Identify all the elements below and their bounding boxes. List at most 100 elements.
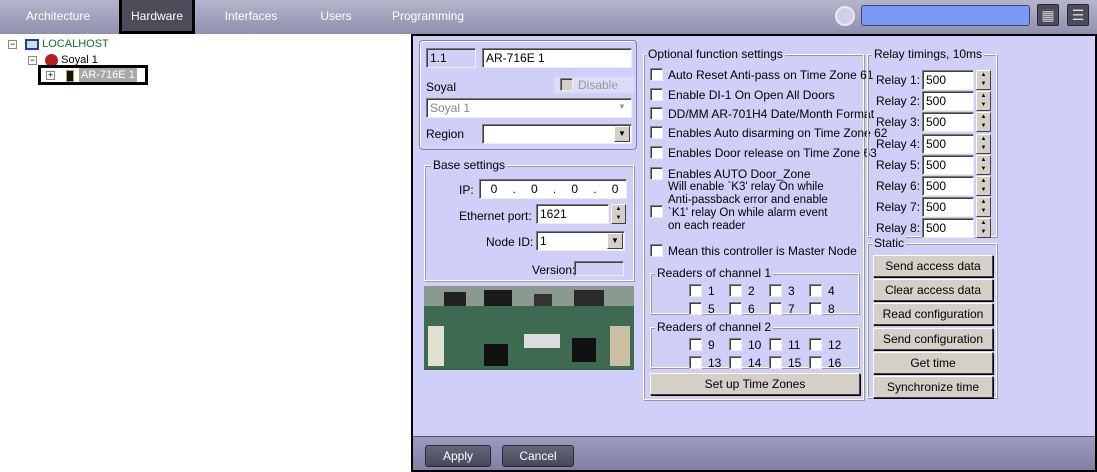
node-id-select[interactable]: 1 ▼	[536, 231, 625, 251]
relay-value-field[interactable]: 500	[922, 176, 974, 196]
tab-architecture[interactable]: Architecture	[18, 0, 98, 34]
readers-channel-2-group: Readers of channel 2 9 10 11 12 13 14 15 16	[650, 320, 859, 371]
reader-checkbox[interactable]: 1	[689, 283, 729, 299]
relay-timings-group: Relay timings, 10ms Relay 1: 500 ▲ ▼ Relay 2…	[867, 47, 997, 239]
port-spinner[interactable]: ▲ ▼	[611, 204, 626, 224]
apply-button[interactable]: Apply	[425, 445, 491, 467]
static-action-button[interactable]: Send configuration	[873, 327, 993, 350]
tab-programming[interactable]: Programming	[388, 0, 468, 34]
parent-device-select[interactable]: Soyal 1 ▼	[426, 98, 632, 118]
reader-checkbox[interactable]: 15	[769, 355, 809, 371]
chevron-down-icon[interactable]: ▼	[607, 233, 623, 249]
reader-checkbox[interactable]: 14	[729, 355, 769, 371]
checkbox[interactable]	[689, 284, 702, 297]
static-action-button[interactable]: Synchronize time	[873, 376, 993, 398]
checkbox[interactable]	[729, 284, 742, 297]
relay-label: Relay 6:	[876, 179, 921, 193]
reader-checkbox[interactable]: 10	[729, 337, 769, 353]
relay-value-field[interactable]: 500	[922, 154, 974, 175]
reader-label: 2	[748, 284, 755, 298]
relay-value-field[interactable]: 500	[922, 133, 974, 154]
ip-field[interactable]: 0. 0. 0. 0	[479, 179, 627, 199]
collapse-icon[interactable]: −	[28, 55, 37, 65]
device-name-field[interactable]: AR-716E 1	[482, 48, 632, 68]
relay-spinner[interactable]: ▲ ▼	[976, 133, 991, 154]
reader-checkbox[interactable]: 11	[769, 337, 809, 353]
tab-interfaces[interactable]: Interfaces	[218, 0, 284, 34]
relay-spinner[interactable]: ▲ ▼	[976, 91, 991, 112]
relay-spinner[interactable]: ▲ ▼	[976, 197, 991, 218]
tree-node-controller[interactable]: + AR-716E 1	[38, 65, 148, 85]
disable-check[interactable]	[560, 78, 573, 91]
relay-spinner[interactable]: ▲ ▼	[976, 112, 991, 133]
reader-label: 12	[828, 338, 842, 352]
reader-checkbox[interactable]: 7	[769, 301, 809, 317]
checkbox[interactable]	[689, 302, 702, 315]
reader-label: 9	[708, 338, 715, 352]
expand-icon[interactable]: +	[46, 71, 55, 80]
relay-label: Relay 4:	[876, 136, 921, 151]
checkbox[interactable]	[769, 356, 782, 369]
cancel-button[interactable]: Cancel	[502, 445, 574, 467]
checkbox[interactable]	[809, 356, 822, 369]
menu-icon[interactable]: ☰	[1067, 4, 1089, 26]
region-select[interactable]: ▼	[482, 124, 632, 144]
checkbox[interactable]	[729, 302, 742, 315]
tree-node-localhost[interactable]: − LOCALHOST	[8, 36, 109, 52]
settings-hex-icon[interactable]	[835, 6, 855, 26]
static-group: Static Send access data Clear access data…	[867, 236, 997, 398]
device-number-field[interactable]: 1.1	[426, 48, 476, 68]
tab-hardware[interactable]: Hardware	[119, 0, 195, 34]
checkbox[interactable]	[809, 284, 822, 297]
relay-value-field[interactable]: 500	[922, 91, 974, 112]
readers-channel-1-group: Readers of channel 1 1 2 3 4 5 6 7 8	[650, 266, 859, 317]
reader-label: 16	[828, 356, 842, 370]
group-title: Relay timings, 10ms	[872, 47, 985, 61]
reader-checkbox[interactable]: 13	[689, 355, 729, 371]
relay-value-field[interactable]: 500	[922, 218, 974, 239]
relay-spinner[interactable]: ▲ ▼	[976, 176, 991, 196]
search-input[interactable]	[861, 5, 1030, 26]
relay-spinner[interactable]: ▲ ▼	[976, 154, 991, 175]
checkbox[interactable]	[769, 284, 782, 297]
reader-checkbox[interactable]: 16	[809, 355, 849, 371]
reader-checkbox[interactable]: 3	[769, 283, 809, 299]
reader-checkbox[interactable]: 12	[809, 337, 849, 353]
checkbox[interactable]	[769, 302, 782, 315]
checkbox[interactable]	[689, 338, 702, 351]
relay-spinner[interactable]: ▲ ▼	[976, 70, 991, 90]
checkbox[interactable]	[809, 338, 822, 351]
reader-checkbox[interactable]: 8	[809, 301, 849, 317]
checkbox[interactable]	[809, 302, 822, 315]
reader-label: 1	[708, 284, 715, 298]
static-action-button[interactable]: Send access data	[873, 255, 993, 277]
static-action-button[interactable]: Read configuration	[873, 303, 993, 326]
reader-checkbox[interactable]: 6	[729, 301, 769, 317]
relay-value-field[interactable]: 500	[922, 197, 974, 218]
set-up-time-zones-button[interactable]: Set up Time Zones	[650, 373, 860, 395]
relay-value-field[interactable]: 500	[922, 112, 974, 133]
chevron-down-icon[interactable]: ▼	[614, 126, 630, 142]
option-label: Enables Auto disarming on Time Zone 62	[668, 126, 888, 140]
reader-checkbox[interactable]: 5	[689, 301, 729, 317]
option-label: Auto Reset Anti-pass on Time Zone 61	[668, 68, 874, 82]
reader-checkbox[interactable]: 4	[809, 283, 849, 299]
reader-checkbox[interactable]: 9	[689, 337, 729, 353]
checkbox[interactable]	[729, 356, 742, 369]
node-id-label: Node ID:	[486, 235, 534, 249]
checkbox[interactable]	[689, 356, 702, 369]
bottom-action-bar: Apply Cancel	[413, 436, 1095, 470]
relay-spinner[interactable]: ▲ ▼	[976, 218, 991, 239]
collapse-icon[interactable]: −	[8, 39, 17, 49]
relay-value-field[interactable]: 500	[922, 70, 974, 90]
layout-grid-icon[interactable]: ▦	[1037, 4, 1059, 26]
tab-users[interactable]: Users	[313, 0, 359, 34]
checkbox[interactable]	[769, 338, 782, 351]
reader-checkbox[interactable]: 2	[729, 283, 769, 299]
group-title: Readers of channel 2	[655, 320, 774, 334]
disable-checkbox[interactable]: Disable	[554, 77, 634, 93]
checkbox[interactable]	[729, 338, 742, 351]
port-field[interactable]: 1621	[536, 204, 609, 224]
static-action-button[interactable]: Get time	[873, 351, 993, 374]
static-action-button[interactable]: Clear access data	[873, 279, 993, 302]
